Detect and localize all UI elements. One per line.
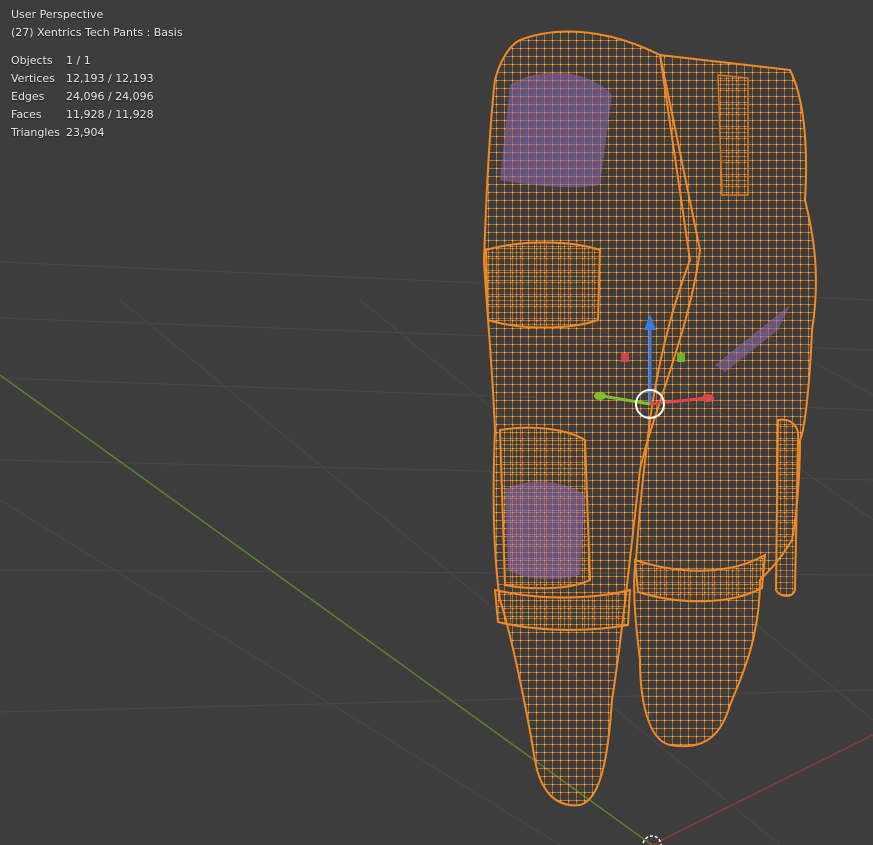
stat-row-edges: Edges 24,096 / 24,096 xyxy=(11,88,183,106)
stat-label: Faces xyxy=(11,108,42,121)
stat-row-objects: Objects 1 / 1 xyxy=(11,52,183,70)
stat-value: 11,928 / 11,928 xyxy=(66,108,154,121)
cargo-pocket-mesh[interactable] xyxy=(484,241,602,329)
stat-value: 24,096 / 24,096 xyxy=(66,90,154,103)
viewport-info-overlay: User Perspective (27) Xentrics Tech Pant… xyxy=(11,6,183,142)
stat-label: Objects xyxy=(11,54,53,67)
stat-value: 12,193 / 12,193 xyxy=(66,72,154,85)
statistics-panel: Objects 1 / 1 Vertices 12,193 / 12,193 E… xyxy=(11,52,183,142)
belt-loop-mesh[interactable] xyxy=(717,74,749,196)
stat-label: Edges xyxy=(11,90,45,103)
x-axis-line xyxy=(651,734,873,845)
side-strap-mesh[interactable] xyxy=(774,418,800,597)
stat-row-faces: Faces 11,928 / 11,928 xyxy=(11,106,183,124)
view-name: User Perspective xyxy=(11,8,104,21)
stat-value: 1 / 1 xyxy=(66,54,91,67)
stat-row-triangles: Triangles 23,904 xyxy=(11,124,183,142)
object-label: (27) Xentrics Tech Pants : Basis xyxy=(11,26,183,39)
3d-viewport[interactable]: User Perspective (27) Xentrics Tech Pant… xyxy=(0,0,873,845)
stat-row-vertices: Vertices 12,193 / 12,193 xyxy=(11,70,183,88)
stat-label: Vertices xyxy=(11,72,55,85)
stat-label: Triangles xyxy=(11,126,60,139)
stat-value: 23,904 xyxy=(66,126,105,139)
